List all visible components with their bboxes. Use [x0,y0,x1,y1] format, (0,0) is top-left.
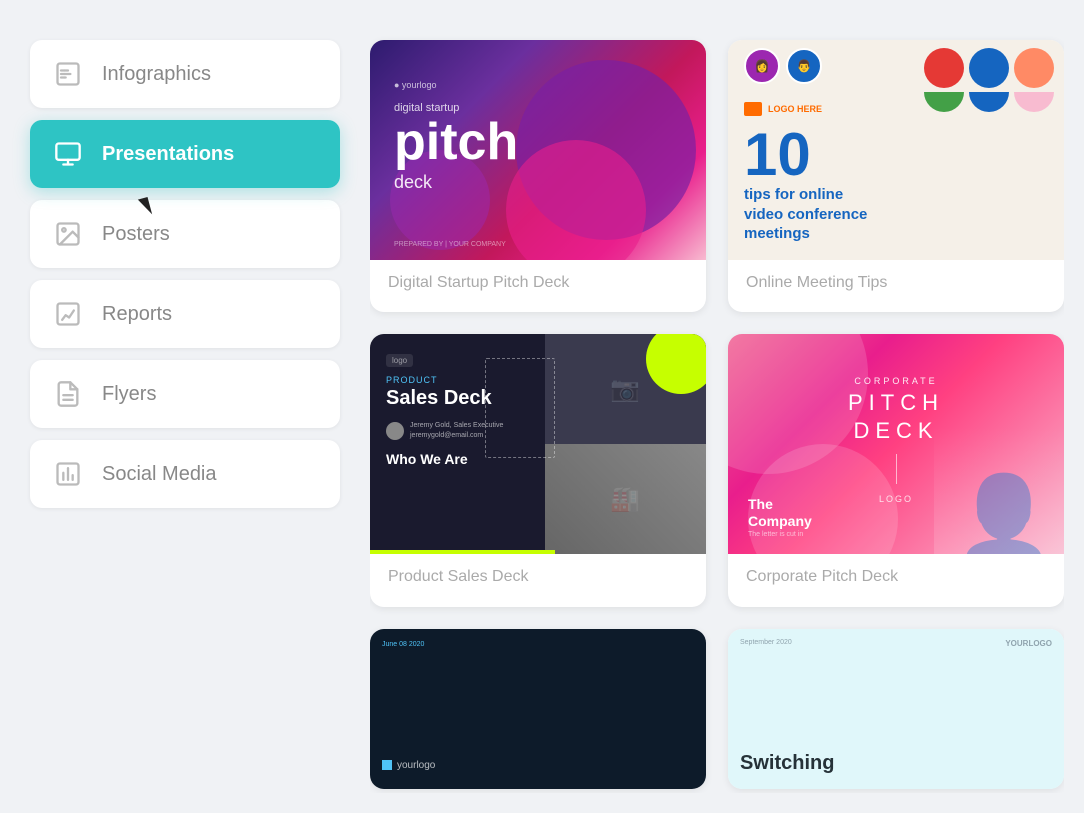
logo-text: LOGO [848,494,944,504]
thumb-prepared: PREPARED BY | YOUR COMPANY [394,241,506,248]
person-silhouette: 👤 [934,394,1064,554]
template-grid: ● yourlogo digital startup pitch deck PR… [370,30,1064,793]
neon-bar [370,550,555,554]
sidebar-item-presentations[interactable]: Presentations [30,120,340,188]
dashed-box [485,358,555,458]
template-title: Digital Startup Pitch Deck [370,260,706,308]
thumb-tips: tips for online video conference meeting… [744,185,867,244]
bar-chart-icon [52,58,84,90]
sidebar-item-label: Presentations [102,143,234,166]
thumb-photo-bottom: 🏭 [545,444,706,554]
yourlogo-text: YOURLOGO [1005,639,1052,648]
sidebar-item-label: Posters [102,223,170,246]
sidebar-item-flyers[interactable]: Flyers [30,360,340,428]
sidebar-item-label: Flyers [102,383,156,406]
thumb-big-text: pitch [394,116,518,168]
thumb-logo: logo [386,354,413,367]
thumb-2-text: 10 tips for online video conference meet… [744,125,867,244]
logo-text: yourlogo [397,760,435,771]
thumb-text: ● yourlogo digital startup pitch deck [394,80,518,193]
deck-text: DECK [848,418,944,444]
company-sub: The letter is cut in [748,531,812,538]
template-thumb: 👩 👨 LOGO HERE 10 tips for online [728,40,1064,260]
thumb-logo: yourlogo [382,760,435,771]
template-title: Online Meeting Tips [728,260,1064,308]
company-text: TheCompany The letter is cut in [748,496,812,539]
presentation-icon [52,138,84,170]
company-name: TheCompany [748,496,812,530]
person-avatar [386,422,404,440]
template-card-online-meeting[interactable]: 👩 👨 LOGO HERE 10 tips for online [728,40,1064,312]
file-text-icon [52,378,84,410]
corp-text: CORPORATE [848,376,944,386]
thumb-number: 10 [744,125,811,185]
thumb-photo-top: 📷 [545,334,706,444]
bar-chart-2-icon [52,458,84,490]
app-layout: Infographics Presentations [0,0,1084,813]
template-thumb: CORPORATE PITCH DECK LOGO TheCompany The… [728,334,1064,554]
template-card-digital-startup[interactable]: ● yourlogo digital startup pitch deck PR… [370,40,706,312]
thumb-date: September 2020 [740,639,792,646]
template-card-partial-right[interactable]: September 2020 YOURLOGO Switching [728,629,1064,789]
person-avatar-1: 👩 [744,48,780,84]
template-thumb: September 2020 YOURLOGO Switching [728,629,1064,789]
thumb-sub-text: deck [394,172,518,193]
template-thumb: June 08 2020 yourlogo [370,629,706,789]
thumb-logo: ● yourlogo [394,80,518,90]
sidebar-item-reports[interactable]: Reports [30,280,340,348]
person-avatar-2: 👨 [786,48,822,84]
logo-icon [744,102,762,116]
template-title: Product Sales Deck [370,554,706,602]
sidebar-item-label: Infographics [102,63,211,86]
line-chart-icon [52,298,84,330]
sidebar-item-posters[interactable]: Posters [30,200,340,268]
template-title: Corporate Pitch Deck [728,554,1064,602]
template-card-corporate-pitch[interactable]: CORPORATE PITCH DECK LOGO TheCompany The… [728,334,1064,606]
shape-pink-half [1014,92,1054,112]
template-card-partial-left[interactable]: June 08 2020 yourlogo [370,629,706,789]
template-card-product-sales[interactable]: logo PRODUCT Sales Deck Jeremy Gold, Sal… [370,334,706,606]
template-thumb: logo PRODUCT Sales Deck Jeremy Gold, Sal… [370,334,706,554]
thumb-date: June 08 2020 [382,641,424,648]
thumb-title: Switching [740,752,834,775]
pitch-text: PITCH [848,390,944,416]
shape-blue-half [969,92,1009,112]
thumb-2-logo: LOGO HERE [744,102,822,116]
template-thumb: ● yourlogo digital startup pitch deck PR… [370,40,706,260]
shape-blue-circle [969,48,1009,88]
divider [896,454,897,484]
sidebar-item-label: Social Media [102,463,217,486]
sidebar-item-infographics[interactable]: Infographics [30,40,340,108]
sidebar: Infographics Presentations [30,30,340,793]
shape-red-circle [924,48,964,88]
thumb-4-content: CORPORATE PITCH DECK LOGO [848,376,944,512]
sidebar-item-social-media[interactable]: Social Media [30,440,340,508]
sidebar-item-label: Reports [102,303,172,326]
shape-green-half [924,92,964,112]
shape-orange-circle [1014,48,1054,88]
logo-text: LOGO HERE [768,104,822,114]
image-icon [52,218,84,250]
